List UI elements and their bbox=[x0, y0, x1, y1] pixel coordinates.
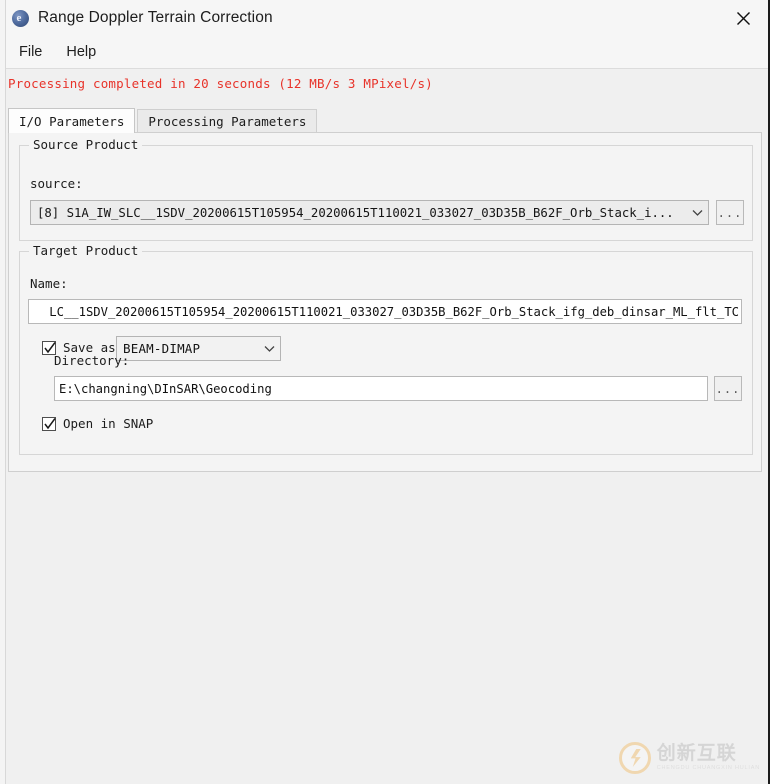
status-message: Processing completed in 20 seconds (12 M… bbox=[8, 76, 433, 91]
watermark-cn-text: 创新互联 bbox=[656, 742, 737, 765]
directory-browse-button[interactable]: ... bbox=[714, 376, 742, 401]
tab-processing-parameters[interactable]: Processing Parameters bbox=[137, 109, 318, 133]
directory-input[interactable]: E:\changning\DInSAR\Geocoding bbox=[54, 376, 708, 401]
source-product-group: Source Product source: [8] S1A_IW_SLC__1… bbox=[19, 137, 753, 241]
watermark-text: 创新互联 CHENGDU CHUANGXIN HULIAN bbox=[657, 744, 760, 772]
target-name-value: LC__1SDV_20200615T105954_20200615T110021… bbox=[49, 304, 739, 319]
format-combo[interactable]: BEAM-DIMAP bbox=[116, 336, 281, 361]
source-product-legend: Source Product bbox=[29, 137, 143, 152]
watermark-en-text: CHENGDU CHUANGXIN HULIAN bbox=[656, 765, 760, 772]
open-in-snap-checkbox[interactable] bbox=[42, 416, 56, 431]
io-parameters-panel: Source Product source: [8] S1A_IW_SLC__1… bbox=[8, 132, 762, 472]
target-name-input[interactable]: LC__1SDV_20200615T105954_20200615T110021… bbox=[28, 299, 742, 324]
close-button[interactable] bbox=[720, 1, 766, 35]
menu-item-help[interactable]: Help bbox=[56, 40, 106, 64]
window-left-rail bbox=[0, 0, 6, 784]
menu-bar: File Help bbox=[0, 36, 768, 69]
watermark-logo-icon bbox=[618, 742, 651, 774]
source-browse-button[interactable]: ... bbox=[716, 200, 744, 225]
menu-item-file[interactable]: File bbox=[9, 40, 52, 64]
target-product-group: Target Product Name: LC__1SDV_20200615T1… bbox=[19, 243, 753, 455]
source-label: source: bbox=[30, 176, 83, 191]
window-title: Range Doppler Terrain Correction bbox=[38, 9, 273, 26]
target-product-legend: Target Product bbox=[29, 243, 143, 258]
checkmark-icon bbox=[44, 417, 56, 429]
open-in-snap-row[interactable]: Open in SNAP bbox=[42, 416, 153, 431]
source-product-value: [8] S1A_IW_SLC__1SDV_20200615T105954_202… bbox=[37, 205, 674, 220]
watermark: 创新互联 CHENGDU CHUANGXIN HULIAN bbox=[618, 742, 760, 774]
close-icon bbox=[736, 11, 750, 25]
tab-strip: I/O Parameters Processing Parameters bbox=[8, 108, 762, 133]
title-bar: e Range Doppler Terrain Correction bbox=[0, 0, 768, 36]
directory-label: Directory: bbox=[54, 353, 130, 368]
tab-io-parameters[interactable]: I/O Parameters bbox=[8, 108, 136, 133]
application-window: e Range Doppler Terrain Correction File … bbox=[0, 0, 770, 784]
chevron-down-icon bbox=[258, 345, 280, 353]
open-in-snap-label: Open in SNAP bbox=[63, 416, 154, 431]
format-value: BEAM-DIMAP bbox=[123, 341, 201, 356]
directory-value: E:\changning\DInSAR\Geocoding bbox=[59, 381, 272, 396]
snap-globe-icon: e bbox=[12, 9, 29, 27]
target-name-label: Name: bbox=[30, 276, 68, 291]
source-product-combo[interactable]: [8] S1A_IW_SLC__1SDV_20200615T105954_202… bbox=[30, 200, 709, 225]
chevron-down-icon bbox=[686, 209, 708, 217]
